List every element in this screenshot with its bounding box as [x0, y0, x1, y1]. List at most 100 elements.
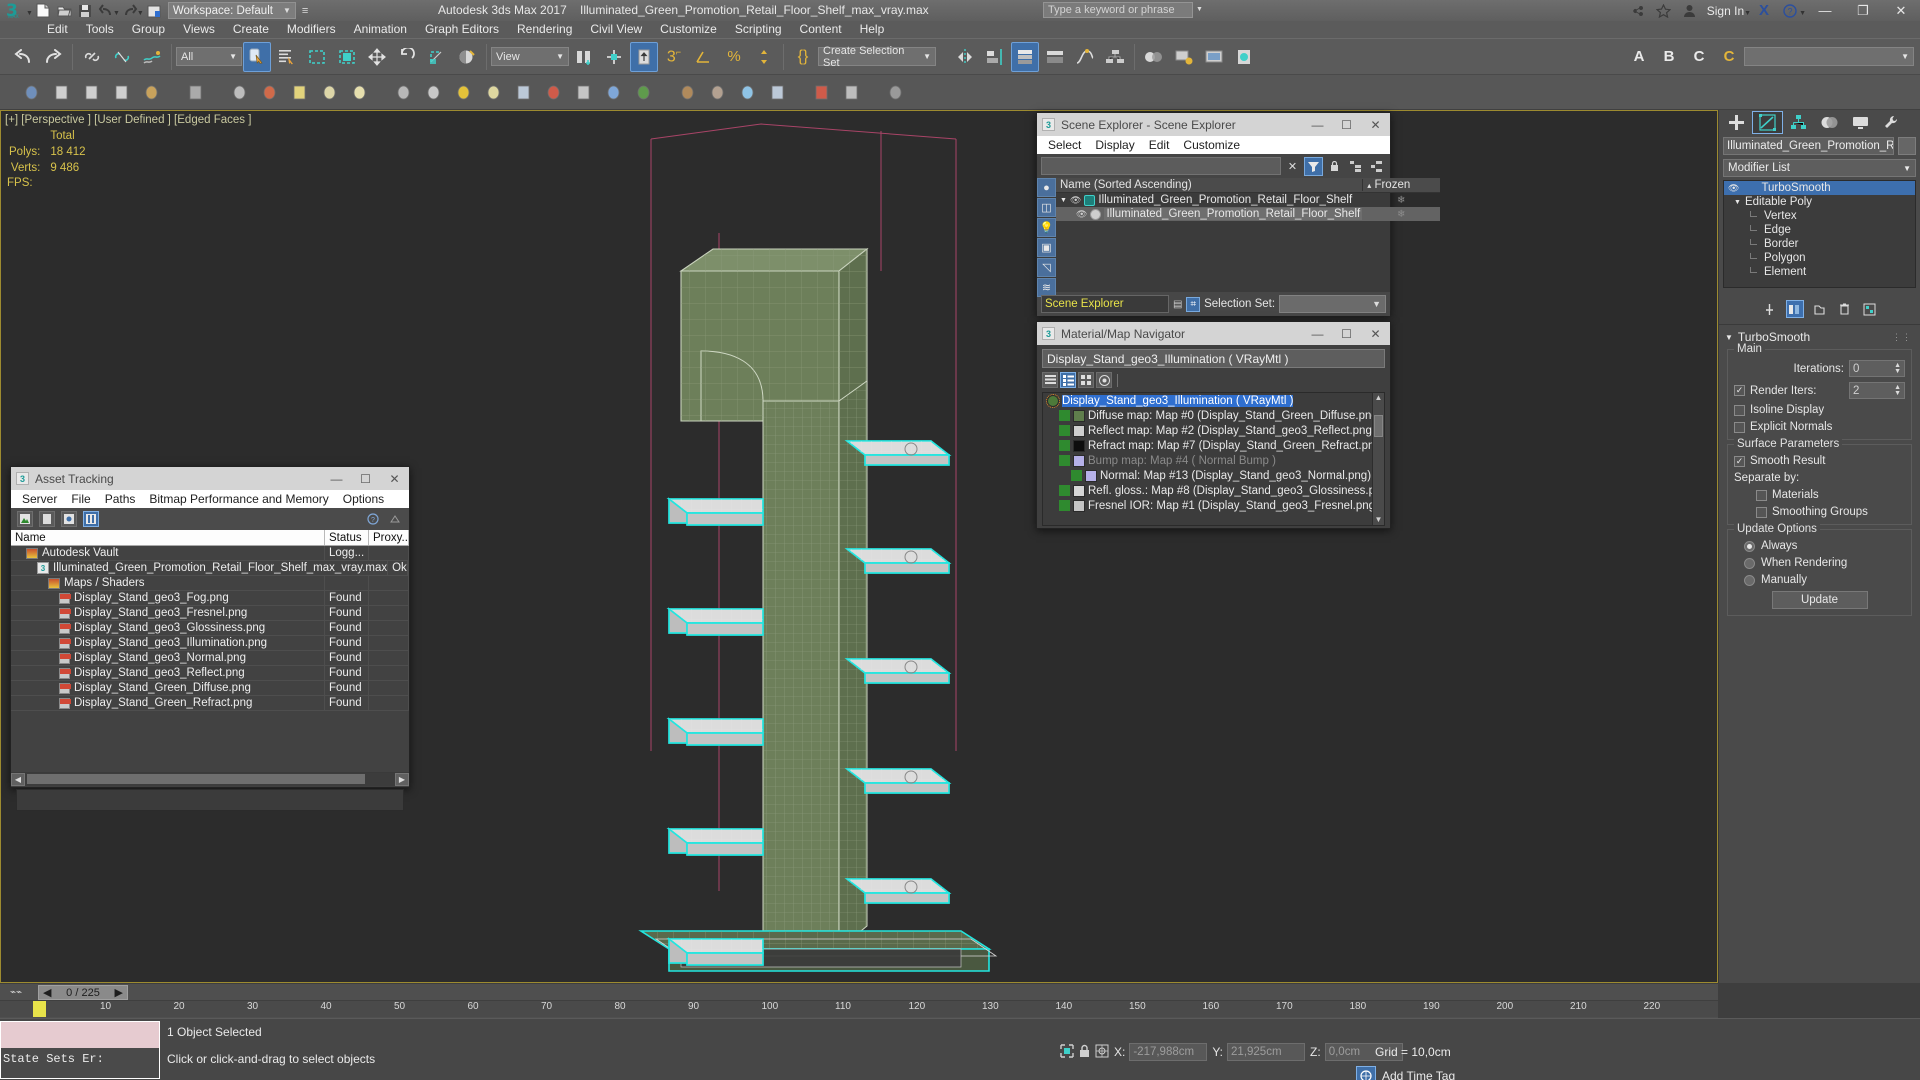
scene-explorer-name-field[interactable]: Scene Explorer [1041, 295, 1169, 313]
modifier-visibility-eye-icon[interactable]: 👁 [1728, 183, 1739, 194]
open-file-icon[interactable] [54, 1, 75, 20]
material-tree-row[interactable]: Bump map: Map #4 ( Normal Bump ) [1043, 453, 1384, 468]
show-end-result-icon[interactable] [1785, 300, 1804, 318]
asset-row[interactable]: Display_Stand_geo3_Glossiness.png Found [11, 621, 409, 636]
scroll-left-icon[interactable]: ◀ [11, 773, 25, 786]
help-dropdown-icon[interactable]: ▼ [1799, 10, 1806, 17]
select-by-name-icon[interactable] [273, 42, 301, 72]
isoline-display-row[interactable]: Isoline Display [1734, 404, 1905, 416]
remove-modifier-icon[interactable] [1836, 300, 1854, 318]
spinner-arrows-icon[interactable]: ▲ ▼ [1894, 362, 1901, 375]
cloth-pin-icon[interactable] [539, 77, 567, 107]
material-navigator-close[interactable]: ✕ [1361, 322, 1390, 345]
column-name[interactable]: Name [11, 530, 325, 545]
material-navigator-minimize[interactable]: — [1303, 322, 1332, 345]
window-maximize-button[interactable]: ❐ [1844, 0, 1882, 21]
smoothing-groups-checkbox[interactable] [1756, 506, 1767, 518]
asset-row[interactable]: Maps / Shaders [11, 576, 409, 591]
x-value[interactable]: -217,988cm [1129, 1043, 1208, 1061]
modifier-list-dropdown[interactable]: Modifier List ▼ [1723, 159, 1916, 177]
filter-lights-icon[interactable]: 💡 [1037, 218, 1056, 237]
clay-icon[interactable] [703, 77, 731, 107]
material-tree-row[interactable]: Normal: Map #13 (Display_Stand_geo3_Norm… [1043, 468, 1384, 483]
oiltank-icon[interactable] [479, 77, 507, 107]
account-dropdown-icon[interactable]: ▼ [1744, 10, 1751, 17]
spinner-arrows-icon[interactable]: ▲ ▼ [1894, 384, 1901, 397]
expand-collapse-arrow-icon[interactable]: ▼ [1060, 197, 1067, 204]
column-status[interactable]: Status [325, 530, 369, 545]
modifier-stack-item[interactable]: Edge [1724, 223, 1915, 237]
smooth-result-row[interactable]: ✓ Smooth Result [1734, 455, 1905, 467]
menu-item-modifiers[interactable]: Modifiers [278, 21, 345, 38]
scene-explorer-menu-select[interactable]: Select [1041, 136, 1088, 154]
redo-dropdown-icon[interactable]: ▼ [137, 10, 144, 17]
window-crossing-toggle-icon[interactable] [333, 42, 361, 72]
material-navigator-maximize[interactable]: ☐ [1332, 322, 1361, 345]
particle-icon[interactable] [599, 77, 627, 107]
box-primitive-icon[interactable] [47, 77, 75, 107]
y-coordinate-field[interactable]: Y: 21,925cm [1212, 1043, 1306, 1061]
scene-explorer-minimize[interactable]: — [1303, 113, 1332, 136]
cylinder-primitive-icon[interactable] [77, 77, 105, 107]
reference-coordinate-combo[interactable]: View ▼ [491, 47, 569, 66]
compact-me-icon[interactable] [837, 77, 865, 107]
schematic-view-icon[interactable] [1101, 42, 1129, 72]
selection-lock-icon[interactable] [1079, 1044, 1090, 1061]
material-tree-row[interactable]: Display_Stand_geo3_Illumination ( VRayMt… [1043, 393, 1384, 408]
asset-menu-options[interactable]: Options [336, 490, 391, 508]
asset-thumbnails-icon[interactable] [61, 511, 77, 527]
tab-motion[interactable] [1814, 111, 1845, 134]
scene-explorer-tree[interactable]: Name (Sorted Ascending) ▴ Frozen ▼ 👁 Illum… [1056, 178, 1441, 292]
menu-item-edit[interactable]: Edit [38, 21, 77, 38]
refresh-assets-icon[interactable] [17, 511, 33, 527]
menu-item-graph-editors[interactable]: Graph Editors [416, 21, 508, 38]
x-coordinate-field[interactable]: X: -217,988cm [1114, 1043, 1208, 1061]
explicit-normals-row[interactable]: Explicit Normals [1734, 421, 1905, 433]
pyramid-icon[interactable] [419, 77, 447, 107]
object-color-swatch[interactable] [1898, 137, 1916, 155]
update-option-row[interactable]: When Rendering [1734, 557, 1905, 569]
asset-tracking-window[interactable]: 3 Asset Tracking — ☐ ✕ Server File Paths Bi… [10, 466, 410, 811]
window-close-button[interactable]: ✕ [1882, 0, 1920, 21]
select-and-scale-icon[interactable] [423, 42, 451, 72]
visibility-eye-icon[interactable]: 👁 [1076, 209, 1087, 220]
curve-editor-icon[interactable] [1071, 42, 1099, 72]
asset-row[interactable]: Display_Stand_geo3_Fog.png Found [11, 591, 409, 606]
update-button[interactable]: Update [1771, 591, 1868, 609]
expand-collapse-arrow-icon[interactable]: ▼ [1734, 199, 1741, 206]
material-tree-row[interactable]: Diffuse map: Map #0 (Display_Stand_Green… [1043, 408, 1384, 423]
select-object-icon[interactable] [243, 41, 271, 72]
asset-tracking-path-field[interactable] [16, 789, 404, 811]
selection-lock-region-icon[interactable] [1060, 1043, 1074, 1061]
use-pivot-point-center-icon[interactable] [570, 42, 598, 72]
material-tree-row[interactable]: Refl. gloss.: Map #8 (Display_Stand_geo3… [1043, 483, 1384, 498]
render-preset-icon[interactable] [763, 77, 791, 107]
frame-zero-key[interactable] [33, 1001, 46, 1017]
material-tree-row[interactable]: Refract map: Map #7 (Display_Stand_Green… [1043, 438, 1384, 453]
frozen-toggle-icon[interactable]: ❄ [1362, 209, 1440, 220]
column-frozen[interactable]: ▴ Frozen [1362, 179, 1440, 191]
tab-hierarchy[interactable] [1783, 111, 1814, 134]
current-frame-indicator[interactable]: ◀ 0 / 225 ▶ [38, 985, 128, 1000]
asset-help-icon[interactable]: ? [365, 511, 381, 527]
update-option-radio[interactable] [1744, 574, 1755, 586]
filter-helpers-icon[interactable]: ◹ [1037, 258, 1056, 277]
menu-item-rendering[interactable]: Rendering [508, 21, 581, 38]
text-curve-icon[interactable]: C [1715, 42, 1743, 72]
state-sets-panel[interactable]: State Sets Er: [0, 1021, 160, 1079]
teapot-primitive-icon[interactable] [137, 77, 165, 107]
asset-row[interactable]: Autodesk Vault Logg... [11, 546, 409, 561]
list-and-icons-view-icon[interactable] [1060, 372, 1076, 388]
angle-snap-toggle-icon[interactable]: 3⌐ [660, 42, 688, 72]
y-value[interactable]: 21,925cm [1227, 1043, 1306, 1061]
scrollbar-thumb[interactable] [1374, 415, 1383, 437]
iterations-spinner[interactable]: 0 ▲ ▼ [1849, 360, 1905, 377]
collapse-all-icon[interactable] [1367, 157, 1386, 176]
create-selection-set-combo[interactable]: Create Selection Set ▼ [818, 45, 936, 69]
select-and-manipulate-icon[interactable] [600, 42, 628, 72]
update-option-radio[interactable] [1744, 540, 1755, 552]
render-iters-checkbox[interactable]: ✓ [1734, 385, 1745, 396]
time-slider[interactable]: ⌁⌁ ◀ 0 / 225 ▶ [0, 984, 1718, 1001]
modifier-stack-item[interactable]: Vertex [1724, 209, 1915, 223]
layers-stack-icon[interactable]: ▤ [1173, 299, 1182, 310]
